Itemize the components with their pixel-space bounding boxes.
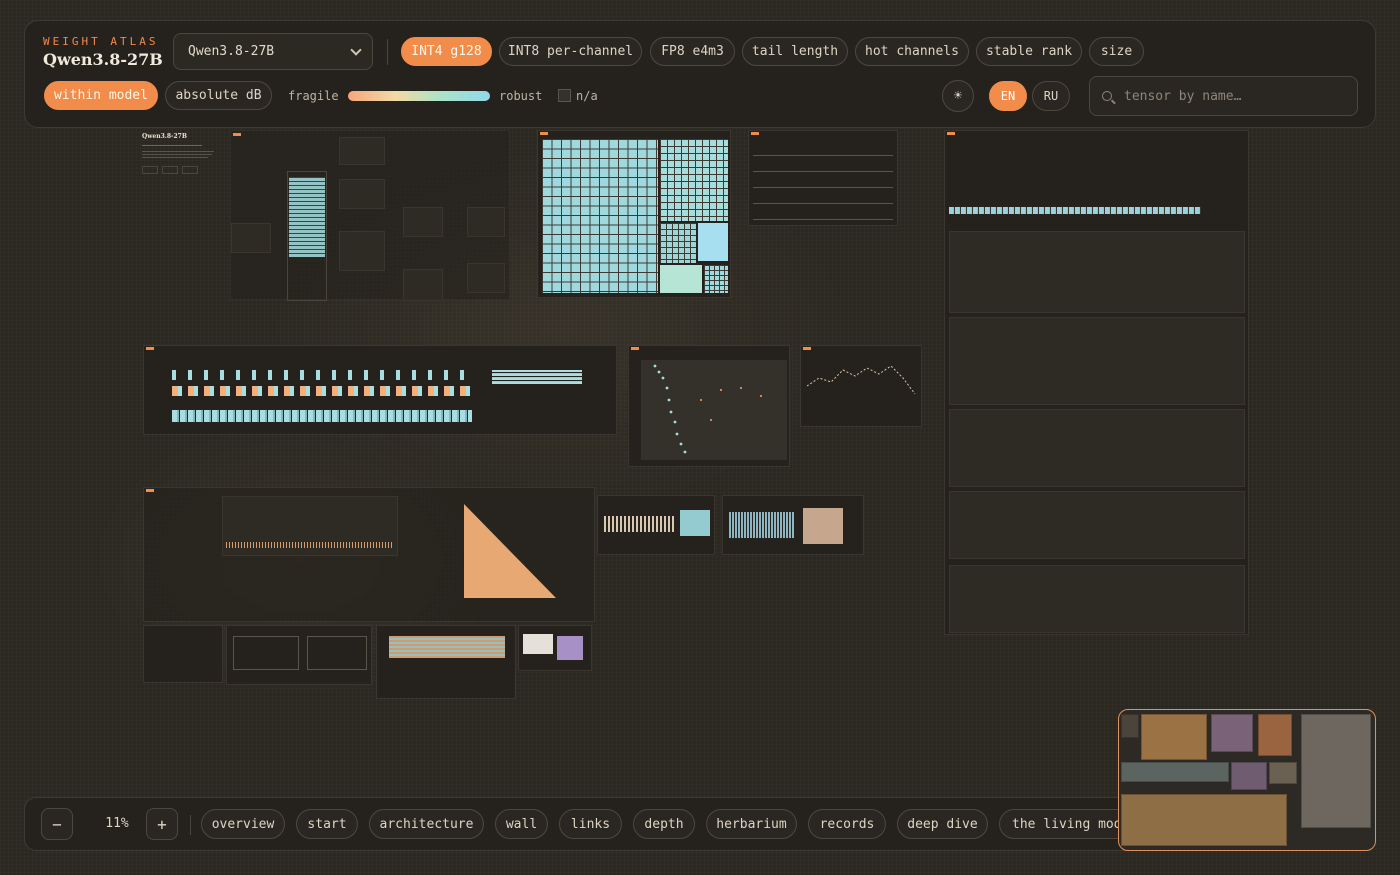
nav-label: wall <box>505 816 538 832</box>
nav-deep-dive[interactable]: deep dive <box>897 809 988 839</box>
architecture-treemap[interactable] <box>537 130 731 298</box>
zoom-level: 11% <box>105 816 129 831</box>
legend-gradient <box>348 91 490 101</box>
bars-panel-b[interactable] <box>722 495 864 555</box>
search-placeholder: tensor by name… <box>1124 88 1242 104</box>
nav-label: start <box>307 816 347 832</box>
lang-ru-button[interactable]: RU <box>1032 81 1070 111</box>
scale-label: within model <box>54 88 148 103</box>
chevron-down-icon <box>350 43 362 56</box>
scatter-plot <box>653 364 762 454</box>
heatmap-triangle <box>464 504 556 598</box>
nav-label: herbarium <box>716 816 787 832</box>
metric-label: INT4 g128 <box>411 44 482 59</box>
overview-card[interactable]: Qwen3.8-27B <box>142 133 224 188</box>
minimap-block-deep-dive <box>1301 714 1371 828</box>
nav-wall[interactable]: wall <box>495 809 548 839</box>
metric-stable-rank[interactable]: stable rank <box>976 37 1082 66</box>
nav-start[interactable]: start <box>296 809 358 839</box>
metric-tail-length[interactable]: tail length <box>742 37 848 66</box>
divider <box>387 39 388 65</box>
brand-model-name: Qwen3.8-27B <box>43 50 163 69</box>
minimap-block-start <box>1141 714 1207 760</box>
brand-kicker: WEIGHT ATLAS <box>43 35 159 48</box>
brand: WEIGHT ATLAS Qwen3.8-27B <box>43 35 163 69</box>
navigation-bar: − 11% + overview start architecture wall… <box>24 797 1154 851</box>
minimap[interactable] <box>1118 709 1376 851</box>
sun-icon: ☀ <box>953 88 963 104</box>
bars-panel-a[interactable] <box>597 495 715 555</box>
model-select[interactable]: Qwen3.8-27B <box>173 33 373 70</box>
minus-icon: − <box>52 814 62 834</box>
nav-records[interactable]: records <box>808 809 886 839</box>
metric-int8-per-channel[interactable]: INT8 per-channel <box>499 37 642 66</box>
metric-fp8-e4m3[interactable]: FP8 e4m3 <box>650 37 735 66</box>
scale-label: absolute dB <box>175 88 262 103</box>
scale-absolute-db[interactable]: absolute dB <box>165 81 272 110</box>
minimap-block-records <box>1258 714 1292 756</box>
overview-title: Qwen3.8-27B <box>142 133 187 140</box>
metric-hot-channels[interactable]: hot channels <box>855 37 969 66</box>
minimap-block-scatter <box>1231 762 1267 790</box>
small-panel-4[interactable] <box>518 625 592 671</box>
metric-label: hot channels <box>865 44 959 59</box>
records-panel[interactable] <box>748 130 898 226</box>
small-panel-2[interactable] <box>226 625 372 685</box>
lang-en-button[interactable]: EN <box>989 81 1027 111</box>
nav-label: records <box>819 816 875 832</box>
legend-na-label: n/a <box>576 89 598 103</box>
where-hidden-scatter[interactable] <box>628 345 790 467</box>
nav-depth[interactable]: depth <box>633 809 695 839</box>
stack-line-chart <box>807 365 916 395</box>
metric-label: INT8 per-channel <box>507 44 634 59</box>
metric-label: FP8 e4m3 <box>661 44 724 59</box>
plus-icon: + <box>157 814 167 834</box>
minimap-block-overview <box>1121 714 1139 738</box>
metric-label: size <box>1100 44 1133 59</box>
metric-label: tail length <box>751 44 839 59</box>
search-icon <box>1102 91 1112 101</box>
metric-size[interactable]: size <box>1089 37 1144 66</box>
scale-within-model[interactable]: within model <box>44 81 158 110</box>
nav-label: deep dive <box>907 816 978 832</box>
minimap-block-living-model <box>1121 794 1287 846</box>
tensor-search-input[interactable]: tensor by name… <box>1089 76 1358 116</box>
nav-herbarium[interactable]: herbarium <box>706 809 797 839</box>
small-panel-1[interactable] <box>143 625 223 683</box>
lang-label: RU <box>1043 89 1059 103</box>
metric-int4-g128[interactable]: INT4 g128 <box>401 37 492 66</box>
legend-robust-label: robust <box>499 89 543 103</box>
nav-overview[interactable]: overview <box>201 809 285 839</box>
metric-label: stable rank <box>985 44 1073 59</box>
wall-panel[interactable] <box>143 345 617 435</box>
nav-label: links <box>570 816 611 832</box>
model-select-value: Qwen3.8-27B <box>188 44 275 59</box>
theme-toggle-button[interactable]: ☀ <box>942 80 974 112</box>
minimap-block-architecture <box>1211 714 1253 752</box>
nav-label: depth <box>644 816 684 832</box>
across-stack-panel[interactable] <box>800 345 922 427</box>
nav-links[interactable]: links <box>559 809 622 839</box>
deep-dive-panel[interactable] <box>944 130 1249 635</box>
legend-fragile-label: fragile <box>288 89 339 103</box>
start-panel[interactable] <box>230 130 510 301</box>
living-model-panel[interactable] <box>143 487 595 622</box>
zoom-in-button[interactable]: + <box>146 808 178 840</box>
nav-label: overview <box>211 816 275 832</box>
divider <box>190 815 191 835</box>
small-panel-3[interactable] <box>376 625 516 699</box>
zoom-out-button[interactable]: − <box>41 808 73 840</box>
nav-label: architecture <box>379 816 474 832</box>
minimap-block-wall <box>1121 762 1229 782</box>
toolbar: WEIGHT ATLAS Qwen3.8-27B Qwen3.8-27B INT… <box>24 20 1376 128</box>
lang-label: EN <box>1000 89 1016 103</box>
legend-na-swatch <box>558 89 571 102</box>
minimap-block-stack <box>1269 762 1297 784</box>
nav-architecture[interactable]: architecture <box>369 809 484 839</box>
